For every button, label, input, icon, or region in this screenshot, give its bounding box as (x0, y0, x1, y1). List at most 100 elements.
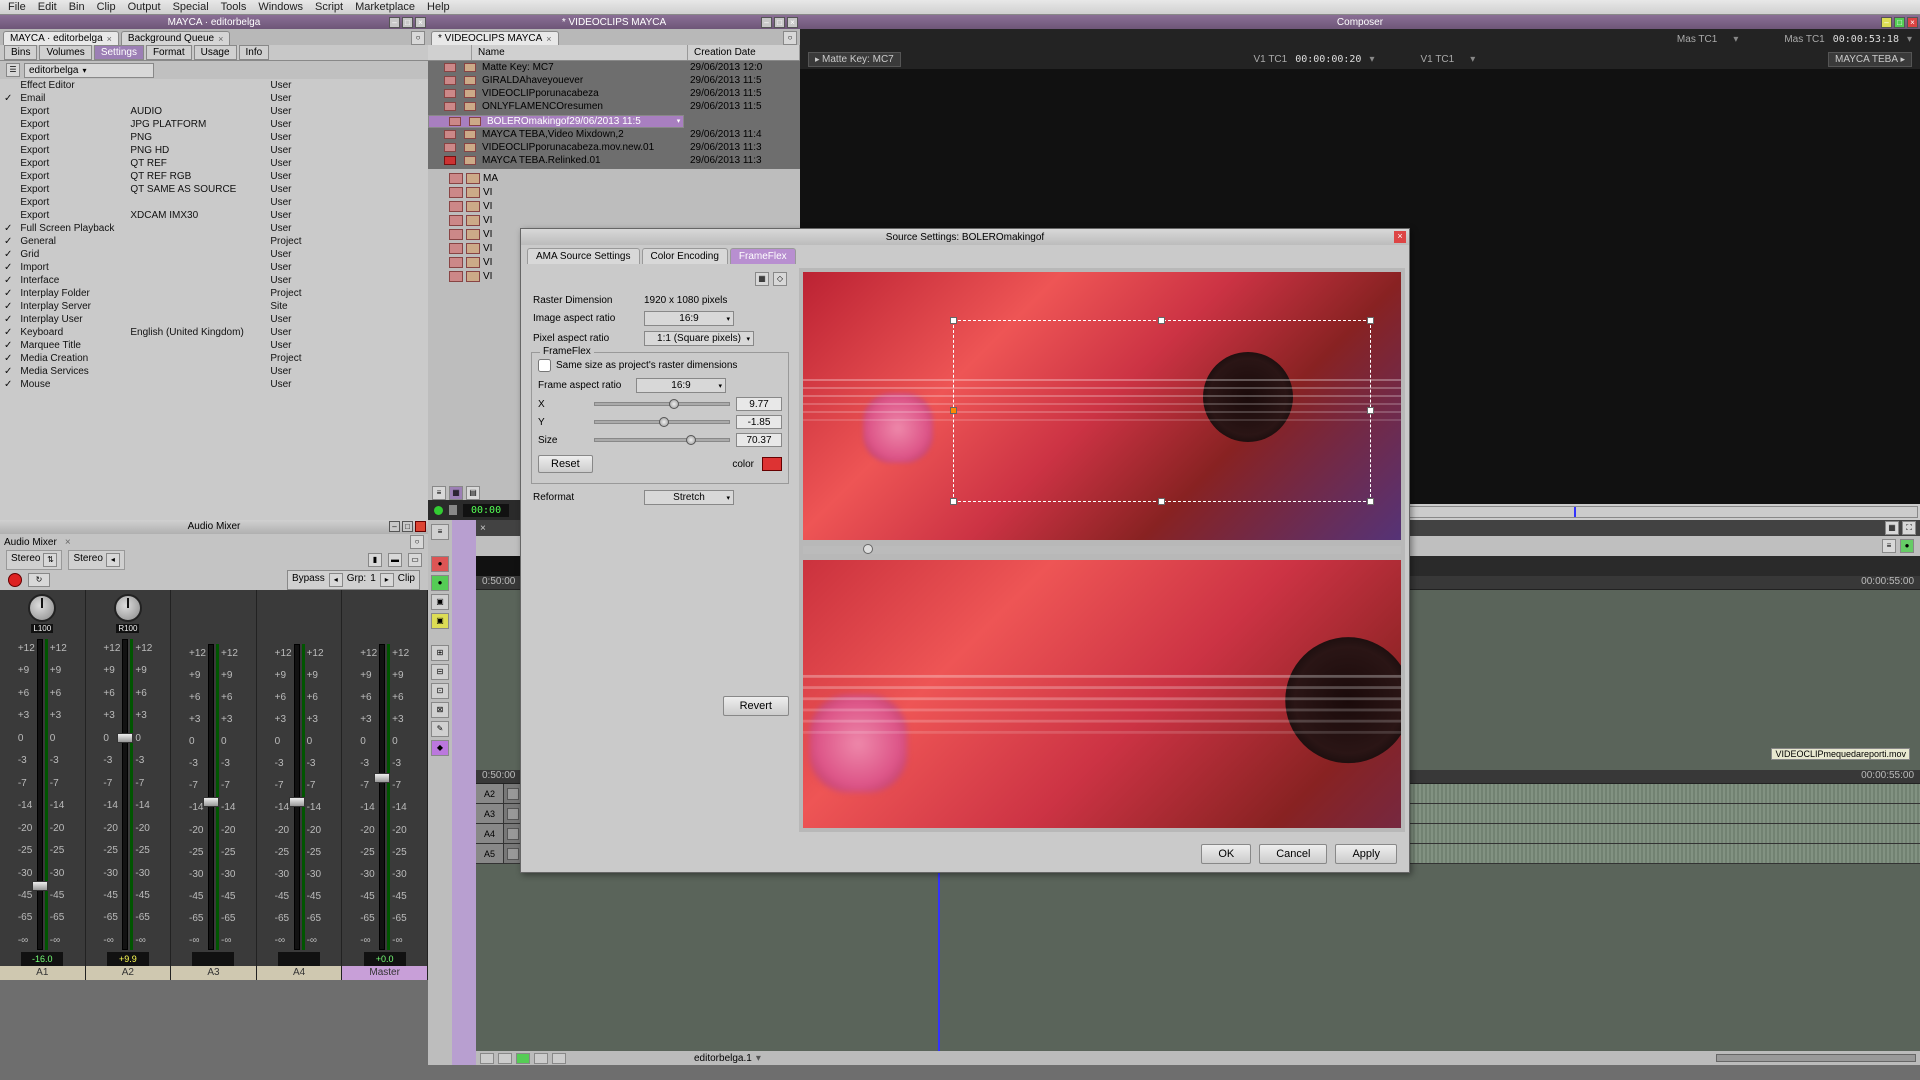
menu-script[interactable]: Script (315, 1, 343, 13)
fader[interactable] (208, 644, 214, 950)
bin-row[interactable]: VIDEOCLIPporunacabeza.mov.new.0129/06/20… (428, 141, 800, 154)
menu-output[interactable]: Output (128, 1, 161, 13)
track-patch-column[interactable] (452, 520, 476, 1065)
mode-icon[interactable]: ◂ (106, 553, 120, 567)
menu-special[interactable]: Special (173, 1, 209, 13)
settings-row[interactable]: ExportQT REFUser (0, 157, 428, 170)
crop-rectangle[interactable] (953, 320, 1372, 502)
menu-tools[interactable]: Tools (221, 1, 247, 13)
tool-icon[interactable]: ⊟ (431, 664, 449, 680)
y-slider[interactable] (594, 420, 730, 424)
settings-row[interactable]: ✓EmailUser (0, 92, 428, 105)
bin-row[interactable]: Matte Key: MC729/06/2013 12:0 (428, 61, 800, 74)
dropdown-icon[interactable]: ▾ (1470, 54, 1475, 65)
settings-row[interactable]: ✓Interplay ServerSite (0, 300, 428, 313)
channel-label[interactable]: A4 (257, 966, 342, 980)
view-icon[interactable]: ▦ (1885, 521, 1899, 535)
cancel-button[interactable]: Cancel (1259, 844, 1327, 864)
user-dropdown[interactable]: editorbelga (24, 63, 154, 78)
settings-row[interactable]: ExportPNGUser (0, 131, 428, 144)
bin-view-frame-icon[interactable]: ▦ (449, 486, 463, 500)
tab-menu-icon[interactable]: ○ (783, 31, 797, 45)
settings-row[interactable]: ExportQT REF RGBUser (0, 170, 428, 183)
settings-row[interactable]: ✓GridUser (0, 248, 428, 261)
settings-row[interactable]: ✓GeneralProject (0, 235, 428, 248)
tool-icon[interactable]: ⊞ (431, 645, 449, 661)
status-icon[interactable] (534, 1053, 548, 1064)
x-slider[interactable] (594, 402, 730, 406)
tool-icon[interactable]: ⊡ (431, 683, 449, 699)
menu-windows[interactable]: Windows (258, 1, 303, 13)
reset-button[interactable]: Reset (538, 455, 593, 473)
settings-row[interactable]: ✓InterfaceUser (0, 274, 428, 287)
settings-row[interactable]: ✓MouseUser (0, 378, 428, 391)
close-tab-icon[interactable]: × (218, 34, 223, 44)
bypass-button[interactable]: Bypass (292, 573, 325, 587)
tool-icon[interactable]: ✎ (431, 721, 449, 737)
settings-row[interactable]: ✓KeyboardEnglish (United Kingdom)User (0, 326, 428, 339)
close-icon[interactable]: × (415, 17, 426, 28)
reformat-select[interactable]: Stretch (644, 490, 734, 505)
channel-label[interactable]: A2 (86, 966, 171, 980)
menu-clip[interactable]: Clip (97, 1, 116, 13)
tool-icon[interactable]: ▮ (368, 553, 382, 567)
preview-scrubber[interactable] (803, 546, 1401, 554)
dialog-title-bar[interactable]: Source Settings: BOLEROmakingof × (521, 229, 1409, 245)
subtab-volumes[interactable]: Volumes (39, 45, 91, 60)
settings-row[interactable]: ✓Marquee TitleUser (0, 339, 428, 352)
prev-icon[interactable]: ◂ (329, 573, 343, 587)
stereo-a[interactable]: Stereo (11, 553, 40, 567)
status-icon[interactable] (552, 1053, 566, 1064)
y-value[interactable]: -1.85 (736, 415, 782, 429)
menu-edit[interactable]: Edit (38, 1, 57, 13)
record-viewer[interactable] (1360, 69, 1920, 504)
close-tab-icon[interactable]: × (480, 523, 486, 534)
apply-button[interactable]: Apply (1335, 844, 1397, 864)
bin-clip-icon[interactable]: VI (434, 187, 794, 198)
tool-icon[interactable]: ▬ (388, 553, 402, 567)
fader[interactable] (122, 639, 128, 950)
settings-list[interactable]: Effect EditorUser✓EmailUserExportAUDIOUs… (0, 79, 428, 520)
minimize-icon[interactable]: – (761, 17, 772, 28)
minimize-icon[interactable]: – (1881, 17, 1892, 28)
settings-row[interactable]: ExportJPG PLATFORMUser (0, 118, 428, 131)
maximize-icon[interactable]: □ (402, 17, 413, 28)
revert-button[interactable]: Revert (723, 696, 789, 716)
clip-button[interactable]: Clip (398, 573, 415, 587)
subtab-info[interactable]: Info (239, 45, 270, 60)
subtab-settings[interactable]: Settings (94, 45, 144, 60)
tool-icon[interactable]: ⊠ (431, 702, 449, 718)
tool-green-icon[interactable]: ● (431, 575, 449, 591)
bin-tab[interactable]: * VIDEOCLIPS MAYCA× (431, 31, 559, 45)
settings-row[interactable]: ✓Media CreationProject (0, 352, 428, 365)
channel-label[interactable]: Master (342, 966, 427, 980)
tab-menu-icon[interactable]: ○ (411, 31, 425, 45)
settings-row[interactable]: ExportAUDIOUser (0, 105, 428, 118)
menu-bin[interactable]: Bin (69, 1, 85, 13)
channel-label[interactable]: A3 (171, 966, 256, 980)
dropdown-icon[interactable]: ▾ (1733, 34, 1738, 45)
tool-icon[interactable]: ▭ (408, 553, 422, 567)
close-icon[interactable]: × (1907, 17, 1918, 28)
maximize-icon[interactable]: □ (402, 521, 413, 532)
settings-row[interactable]: ✓Interplay UserUser (0, 313, 428, 326)
size-value[interactable]: 70.37 (736, 433, 782, 447)
img-aspect-select[interactable]: 16:9 (644, 311, 734, 326)
settings-row[interactable]: ExportUser (0, 196, 428, 209)
bin-row[interactable]: MAYCA TEBA.Relinked.0129/06/2013 11:3 (428, 154, 800, 167)
subtab-usage[interactable]: Usage (194, 45, 237, 60)
fader[interactable] (37, 639, 43, 950)
minimize-icon[interactable]: – (389, 521, 400, 532)
close-icon[interactable]: × (787, 17, 798, 28)
maximize-icon[interactable]: □ (774, 17, 785, 28)
bin-clip-icon[interactable]: VI (434, 215, 794, 226)
tab-menu-icon[interactable]: ○ (410, 535, 424, 549)
menu-file[interactable]: File (8, 1, 26, 13)
status-icon[interactable] (516, 1053, 530, 1064)
dropdown-icon[interactable]: ▾ (1369, 54, 1374, 65)
subtab-format[interactable]: Format (146, 45, 192, 60)
clip-name-box[interactable]: ▸ Matte Key: MC7 (808, 52, 901, 67)
seq-name-box[interactable]: MAYCA TEBA ▸ (1828, 52, 1912, 67)
menu-bar[interactable]: File Edit Bin Clip Output Special Tools … (0, 0, 1920, 15)
frame-aspect-select[interactable]: 16:9 (636, 378, 726, 393)
